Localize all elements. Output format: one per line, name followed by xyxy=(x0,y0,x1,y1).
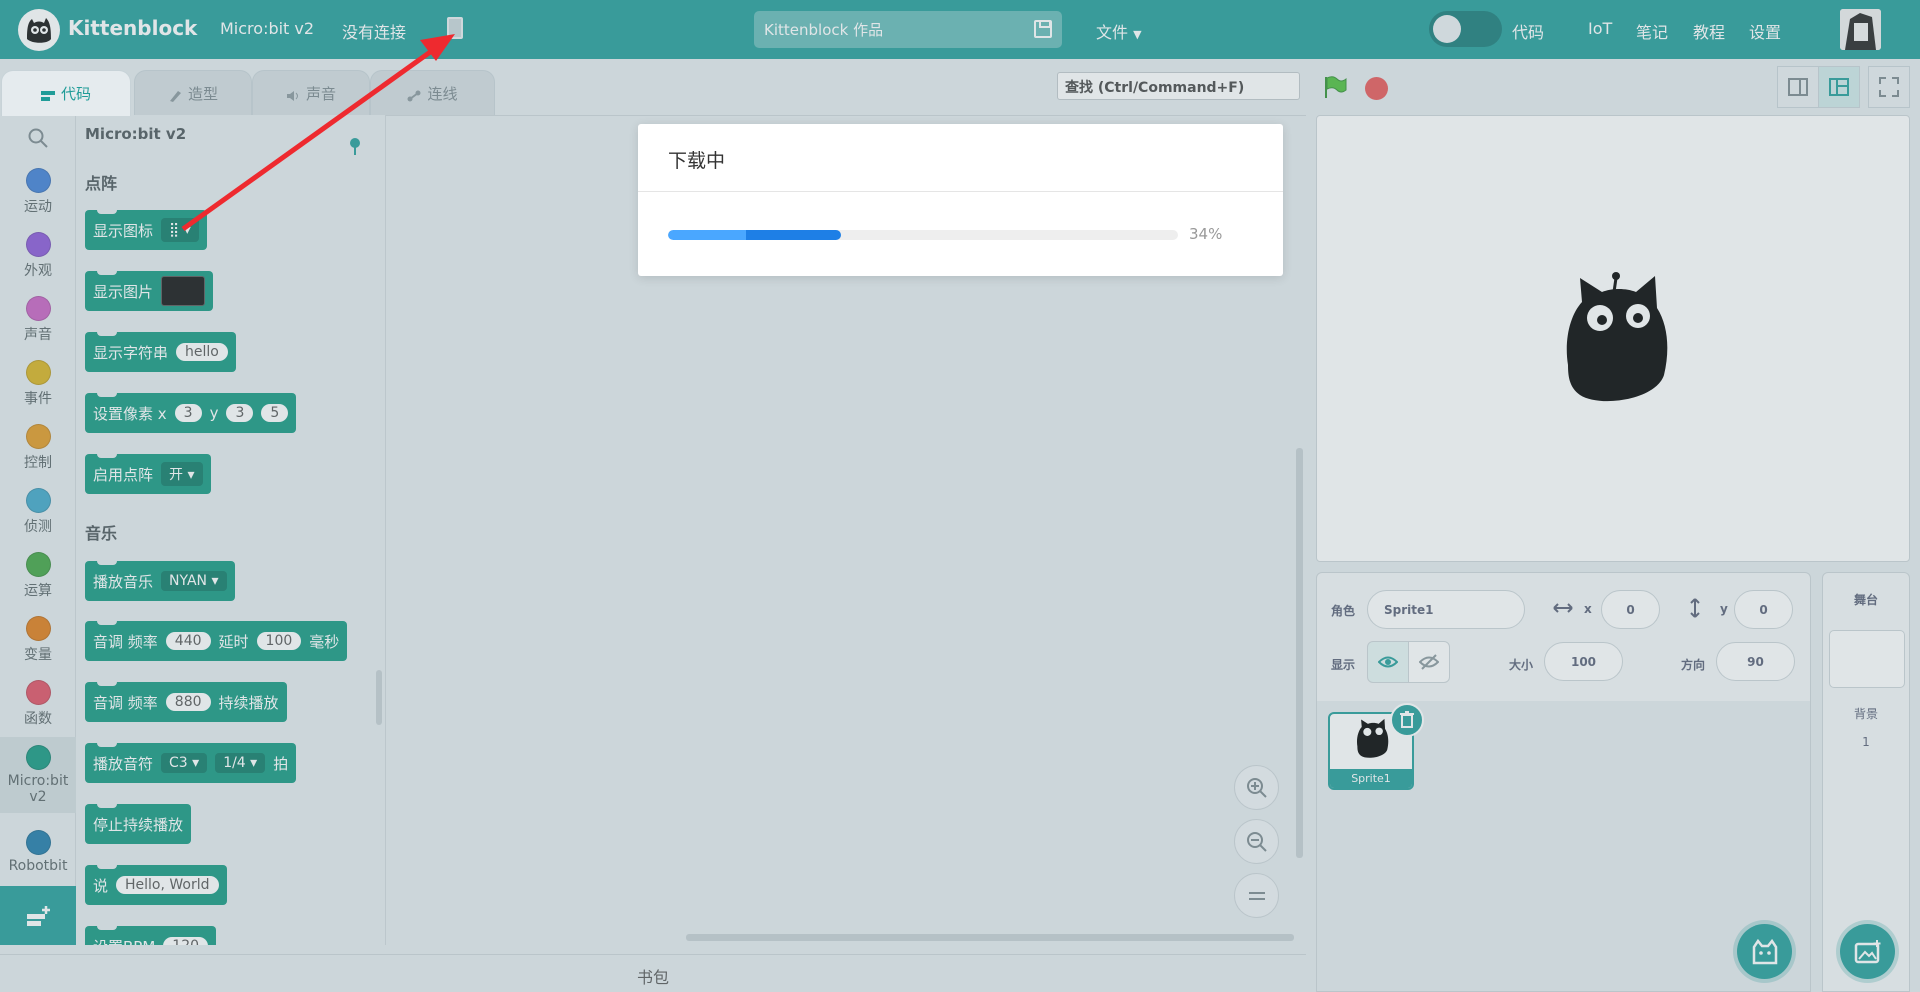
progress-percent: 34% xyxy=(1189,225,1223,243)
code-blocks-icon xyxy=(40,88,55,101)
tab-code-label: 代码 xyxy=(60,85,91,103)
progress-fill xyxy=(668,230,842,240)
progress-track xyxy=(668,230,1178,240)
download-dialog: 下载中 34% xyxy=(638,124,1283,276)
tab-code[interactable]: 代码 xyxy=(1,70,131,116)
dialog-divider xyxy=(638,191,1283,192)
dialog-title: 下载中 xyxy=(668,150,726,172)
